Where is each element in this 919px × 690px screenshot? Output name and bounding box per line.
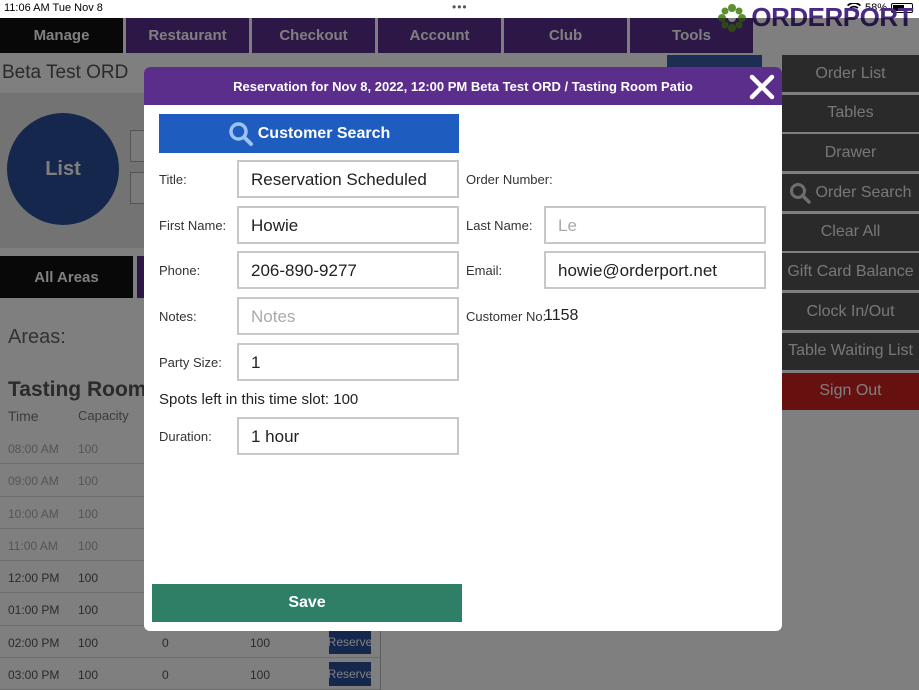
email-label: Email:	[466, 263, 503, 278]
notes-label: Notes:	[159, 309, 197, 324]
multitask-dots[interactable]: •••	[452, 0, 468, 14]
close-button[interactable]	[748, 73, 776, 101]
title-label: Title:	[159, 172, 187, 187]
close-icon	[749, 74, 775, 100]
phone-label: Phone:	[159, 263, 201, 278]
reservation-modal: Reservation for Nov 8, 2022, 12:00 PM Be…	[144, 67, 782, 631]
spots-left-text: Spots left in this time slot: 100	[159, 391, 359, 408]
customer-no-label: Customer No:	[466, 309, 547, 324]
modal-title: Reservation for Nov 8, 2022, 12:00 PM Be…	[233, 78, 693, 94]
customer-search-label: Customer Search	[257, 124, 391, 142]
party-size-label: Party Size:	[159, 355, 222, 370]
party-size-field[interactable]: 1	[237, 343, 459, 381]
title-field[interactable]: Reservation Scheduled	[237, 160, 459, 198]
notes-field[interactable]: Notes	[237, 297, 459, 335]
modal-header: Reservation for Nov 8, 2022, 12:00 PM Be…	[144, 67, 782, 105]
duration-label: Duration:	[159, 429, 212, 444]
customer-search-button[interactable]: Customer Search	[159, 114, 459, 153]
customer-no-value: 1158	[544, 307, 579, 324]
status-time: 11:06 AM Tue Nov 8	[4, 2, 103, 14]
order-number-label: Order Number:	[466, 172, 553, 187]
duration-field[interactable]: 1 hour	[237, 417, 459, 455]
email-field[interactable]: howie@orderport.net	[544, 251, 766, 289]
first-name-field[interactable]: Howie	[237, 206, 459, 244]
search-icon	[229, 121, 253, 146]
save-button[interactable]: Save	[152, 584, 462, 622]
last-name-field[interactable]: Le	[544, 206, 766, 244]
last-name-label: Last Name:	[466, 218, 533, 233]
first-name-label: First Name:	[159, 218, 227, 233]
phone-field[interactable]: 206-890-9277	[237, 251, 459, 289]
